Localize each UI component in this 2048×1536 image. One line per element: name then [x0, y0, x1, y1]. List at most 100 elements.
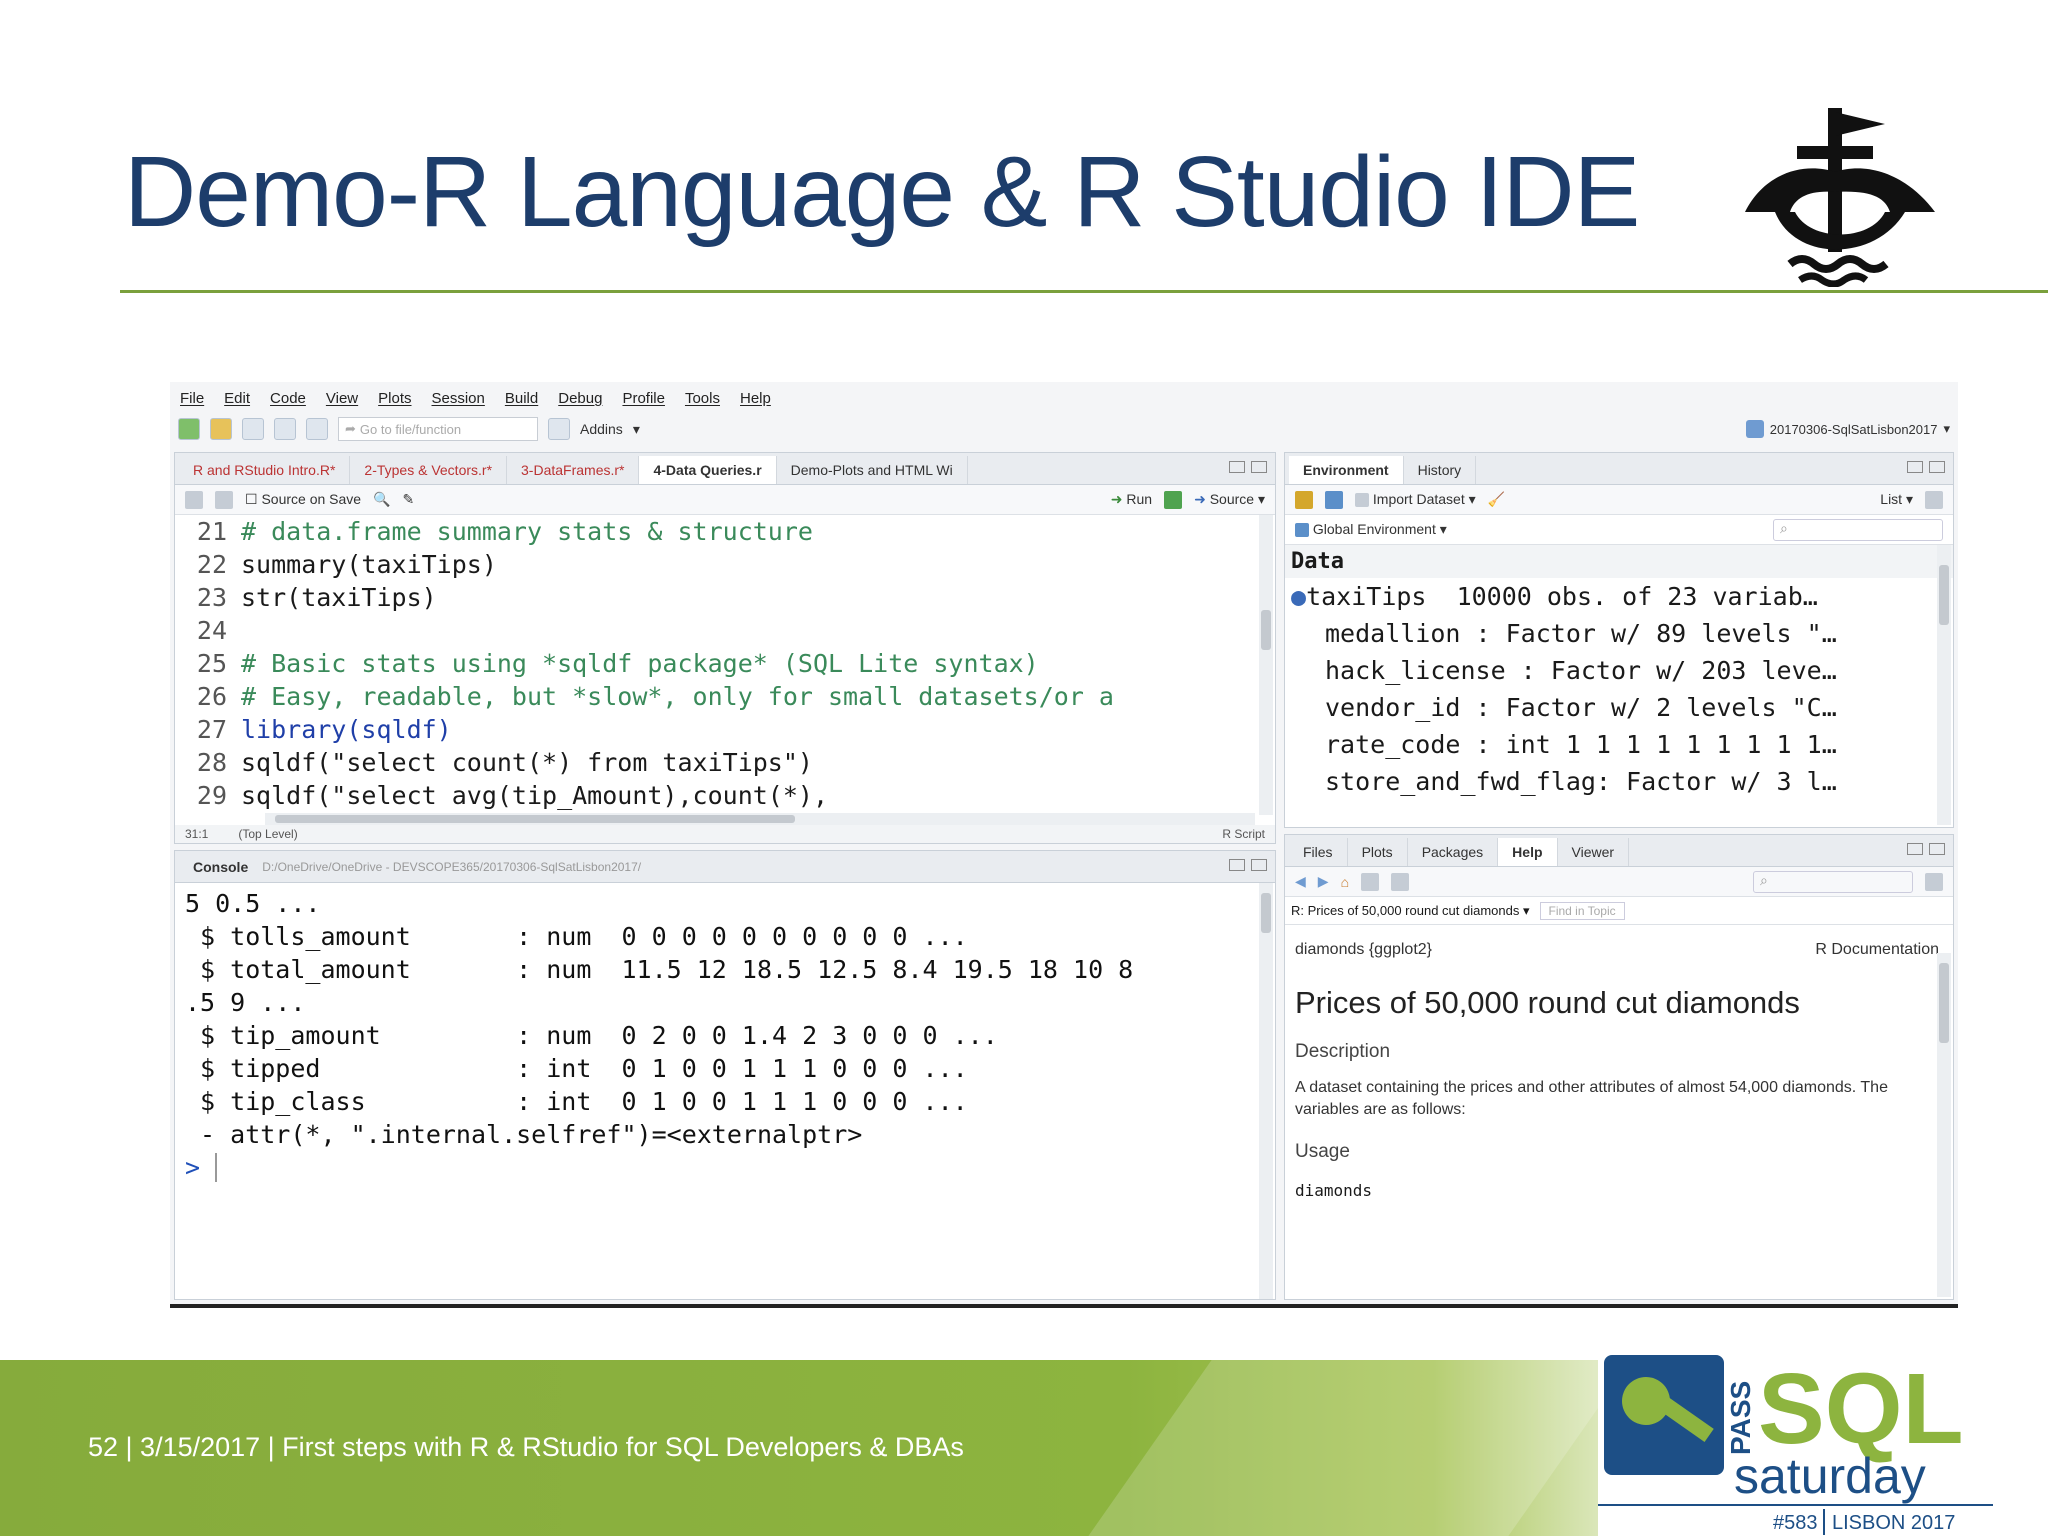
code-line[interactable]: 21 # data.frame summary stats & structure — [175, 515, 1255, 548]
save-icon[interactable] — [242, 418, 264, 440]
code-line[interactable]: 29 sqldf("select avg(tip_Amount),count(*)… — [175, 779, 1255, 812]
menu-build[interactable]: Build — [505, 390, 538, 412]
menu-file[interactable]: File — [180, 390, 204, 412]
forward-arrow-icon[interactable]: ▶ — [1318, 873, 1329, 890]
topic-select[interactable]: R: Prices of 50,000 round cut diamonds ▾ — [1291, 903, 1530, 919]
code-text: # data.frame summary stats & structure — [241, 517, 813, 546]
home-icon[interactable]: ⌂ — [1341, 874, 1349, 890]
load-workspace-icon[interactable] — [1295, 490, 1313, 509]
tab-packages[interactable]: Packages — [1408, 838, 1499, 866]
show-in-window-icon[interactable] — [215, 490, 233, 509]
code-editor[interactable]: 21 # data.frame summary stats & structure… — [175, 515, 1255, 815]
code-line[interactable]: 25 # Basic stats using *sqldf package* (S… — [175, 647, 1255, 680]
project-icon — [1745, 420, 1764, 438]
broom-icon[interactable]: 🧹 — [1488, 491, 1505, 508]
help-search-input[interactable]: ⌕ — [1753, 870, 1913, 893]
code-text: str(taxiTips) — [241, 583, 437, 612]
menu-session[interactable]: Session — [432, 390, 485, 412]
pane-window-controls[interactable] — [1907, 843, 1945, 855]
code-line[interactable]: 23 str(taxiTips) — [175, 581, 1255, 614]
code-text: # Easy, readable, but *slow*, only for s… — [241, 682, 1114, 711]
title-divider — [120, 290, 2048, 293]
menu-profile[interactable]: Profile — [622, 390, 665, 412]
code-line[interactable]: 22 summary(taxiTips) — [175, 548, 1255, 581]
tab-dataframes[interactable]: 3-DataFrames.r* — [507, 456, 640, 484]
env-toolbar: Import Dataset ▾ 🧹 List ▾ — [1285, 485, 1953, 515]
find-in-topic-input[interactable]: Find in Topic — [1539, 901, 1625, 920]
line-number: 22 — [196, 550, 227, 579]
ship-logo — [1745, 108, 1935, 287]
tab-types-vectors[interactable]: 2-Types & Vectors.r* — [350, 456, 508, 484]
env-field-row: rate_code : int 1 1 1 1 1 1 1 1 1… — [1325, 730, 1837, 759]
tab-demo-plots[interactable]: Demo-Plots and HTML Wi — [777, 456, 968, 484]
pane-window-controls[interactable] — [1229, 461, 1267, 473]
tab-viewer[interactable]: Viewer — [1558, 838, 1630, 866]
rerun-icon[interactable] — [1164, 490, 1183, 509]
menu-view[interactable]: View — [326, 390, 358, 412]
global-env-select[interactable]: Global Environment ▾ — [1295, 521, 1447, 538]
editor-scrollbar[interactable] — [1259, 515, 1273, 815]
expand-icon[interactable]: ● — [1291, 582, 1306, 611]
env-search-input[interactable]: ⌕ — [1773, 518, 1943, 541]
console-scrollbar[interactable] — [1259, 883, 1273, 1299]
popout-icon[interactable] — [1391, 872, 1410, 891]
code-line[interactable]: 26 # Easy, readable, but *slow*, only for… — [175, 680, 1255, 713]
tab-help[interactable]: Help — [1498, 838, 1558, 866]
console-output[interactable]: 5 0.5 ... $ tolls_amount : num 0 0 0 0 0… — [175, 883, 1275, 1151]
code-line[interactable]: 24 — [175, 614, 1255, 647]
code-line[interactable]: 27 library(sqldf) — [175, 713, 1255, 746]
grid-layout-icon[interactable] — [548, 418, 570, 440]
tab-environment[interactable]: Environment — [1289, 456, 1404, 484]
tab-data-queries[interactable]: 4-Data Queries.r — [639, 456, 777, 484]
help-scrollbar[interactable] — [1937, 953, 1951, 1297]
line-number: 28 — [196, 748, 227, 777]
run-button[interactable]: ➜ Run — [1111, 491, 1152, 508]
pane-window-controls[interactable] — [1907, 461, 1945, 473]
line-number: 27 — [196, 715, 227, 744]
back-arrow-icon[interactable]: ◀ — [1295, 873, 1306, 890]
object-row-taxitips[interactable]: ●taxiTips 10000 obs. of 23 variab… — [1285, 578, 1953, 615]
console-prompt-line[interactable]: > — [175, 1151, 1275, 1184]
tab-files[interactable]: Files — [1289, 838, 1348, 866]
open-project-icon[interactable] — [210, 418, 232, 440]
back-arrow-icon[interactable] — [185, 490, 203, 509]
code-line[interactable]: 28 sqldf("select count(*) from taxiTips") — [175, 746, 1255, 779]
chevron-down-icon: ▾ — [632, 420, 640, 437]
tab-plots[interactable]: Plots — [1348, 838, 1408, 866]
menu-edit[interactable]: Edit — [224, 390, 250, 412]
import-dataset-button[interactable]: Import Dataset ▾ — [1355, 491, 1476, 508]
console-prompt: > — [185, 1153, 201, 1182]
refresh-icon[interactable] — [1925, 490, 1943, 509]
menu-debug[interactable]: Debug — [558, 390, 602, 412]
new-file-icon[interactable] — [178, 418, 200, 440]
help-title: Prices of 50,000 round cut diamonds — [1295, 985, 1800, 1020]
help-topic-bar: R: Prices of 50,000 round cut diamonds ▾… — [1285, 897, 1953, 925]
goto-file-input[interactable]: ➦ Go to file/function — [338, 417, 538, 441]
refresh-icon[interactable] — [1925, 872, 1943, 891]
wand-icon[interactable]: ✎ — [403, 491, 415, 508]
print-icon[interactable] — [306, 418, 328, 440]
print-icon[interactable] — [1361, 872, 1380, 891]
save-all-icon[interactable] — [274, 418, 296, 440]
project-menu[interactable]: 20170306-SqlSatLisbon2017 ▾ — [1745, 420, 1950, 438]
console-path: D:/OneDrive/OneDrive - DEVSCOPE365/20170… — [262, 859, 642, 874]
save-workspace-icon[interactable] — [1325, 490, 1343, 509]
code-text: # Basic stats using *sqldf package* (SQL… — [241, 649, 1039, 678]
env-scrollbar[interactable] — [1937, 545, 1951, 825]
tab-r-intro[interactable]: R and RStudio Intro.R* — [179, 456, 351, 484]
menu-help[interactable]: Help — [740, 390, 771, 412]
addins-menu[interactable]: Addins — [580, 421, 623, 437]
source-on-save-checkbox[interactable]: ☐ Source on Save — [245, 491, 361, 508]
line-number: 23 — [196, 583, 227, 612]
pane-window-controls[interactable] — [1229, 859, 1267, 871]
menu-code[interactable]: Code — [270, 390, 306, 412]
list-view-select[interactable]: List ▾ — [1880, 491, 1913, 508]
tab-history[interactable]: History — [1404, 456, 1477, 484]
menu-plots[interactable]: Plots — [378, 390, 411, 412]
code-text: sqldf("select count(*) from taxiTips") — [241, 748, 813, 777]
search-icon[interactable]: 🔍 — [373, 491, 390, 508]
menu-tools[interactable]: Tools — [685, 390, 720, 412]
source-button[interactable]: ➜ Source ▾ — [1194, 491, 1265, 508]
editor-hscrollbar[interactable] — [265, 813, 1255, 825]
tab-console[interactable]: Console — [179, 853, 262, 881]
